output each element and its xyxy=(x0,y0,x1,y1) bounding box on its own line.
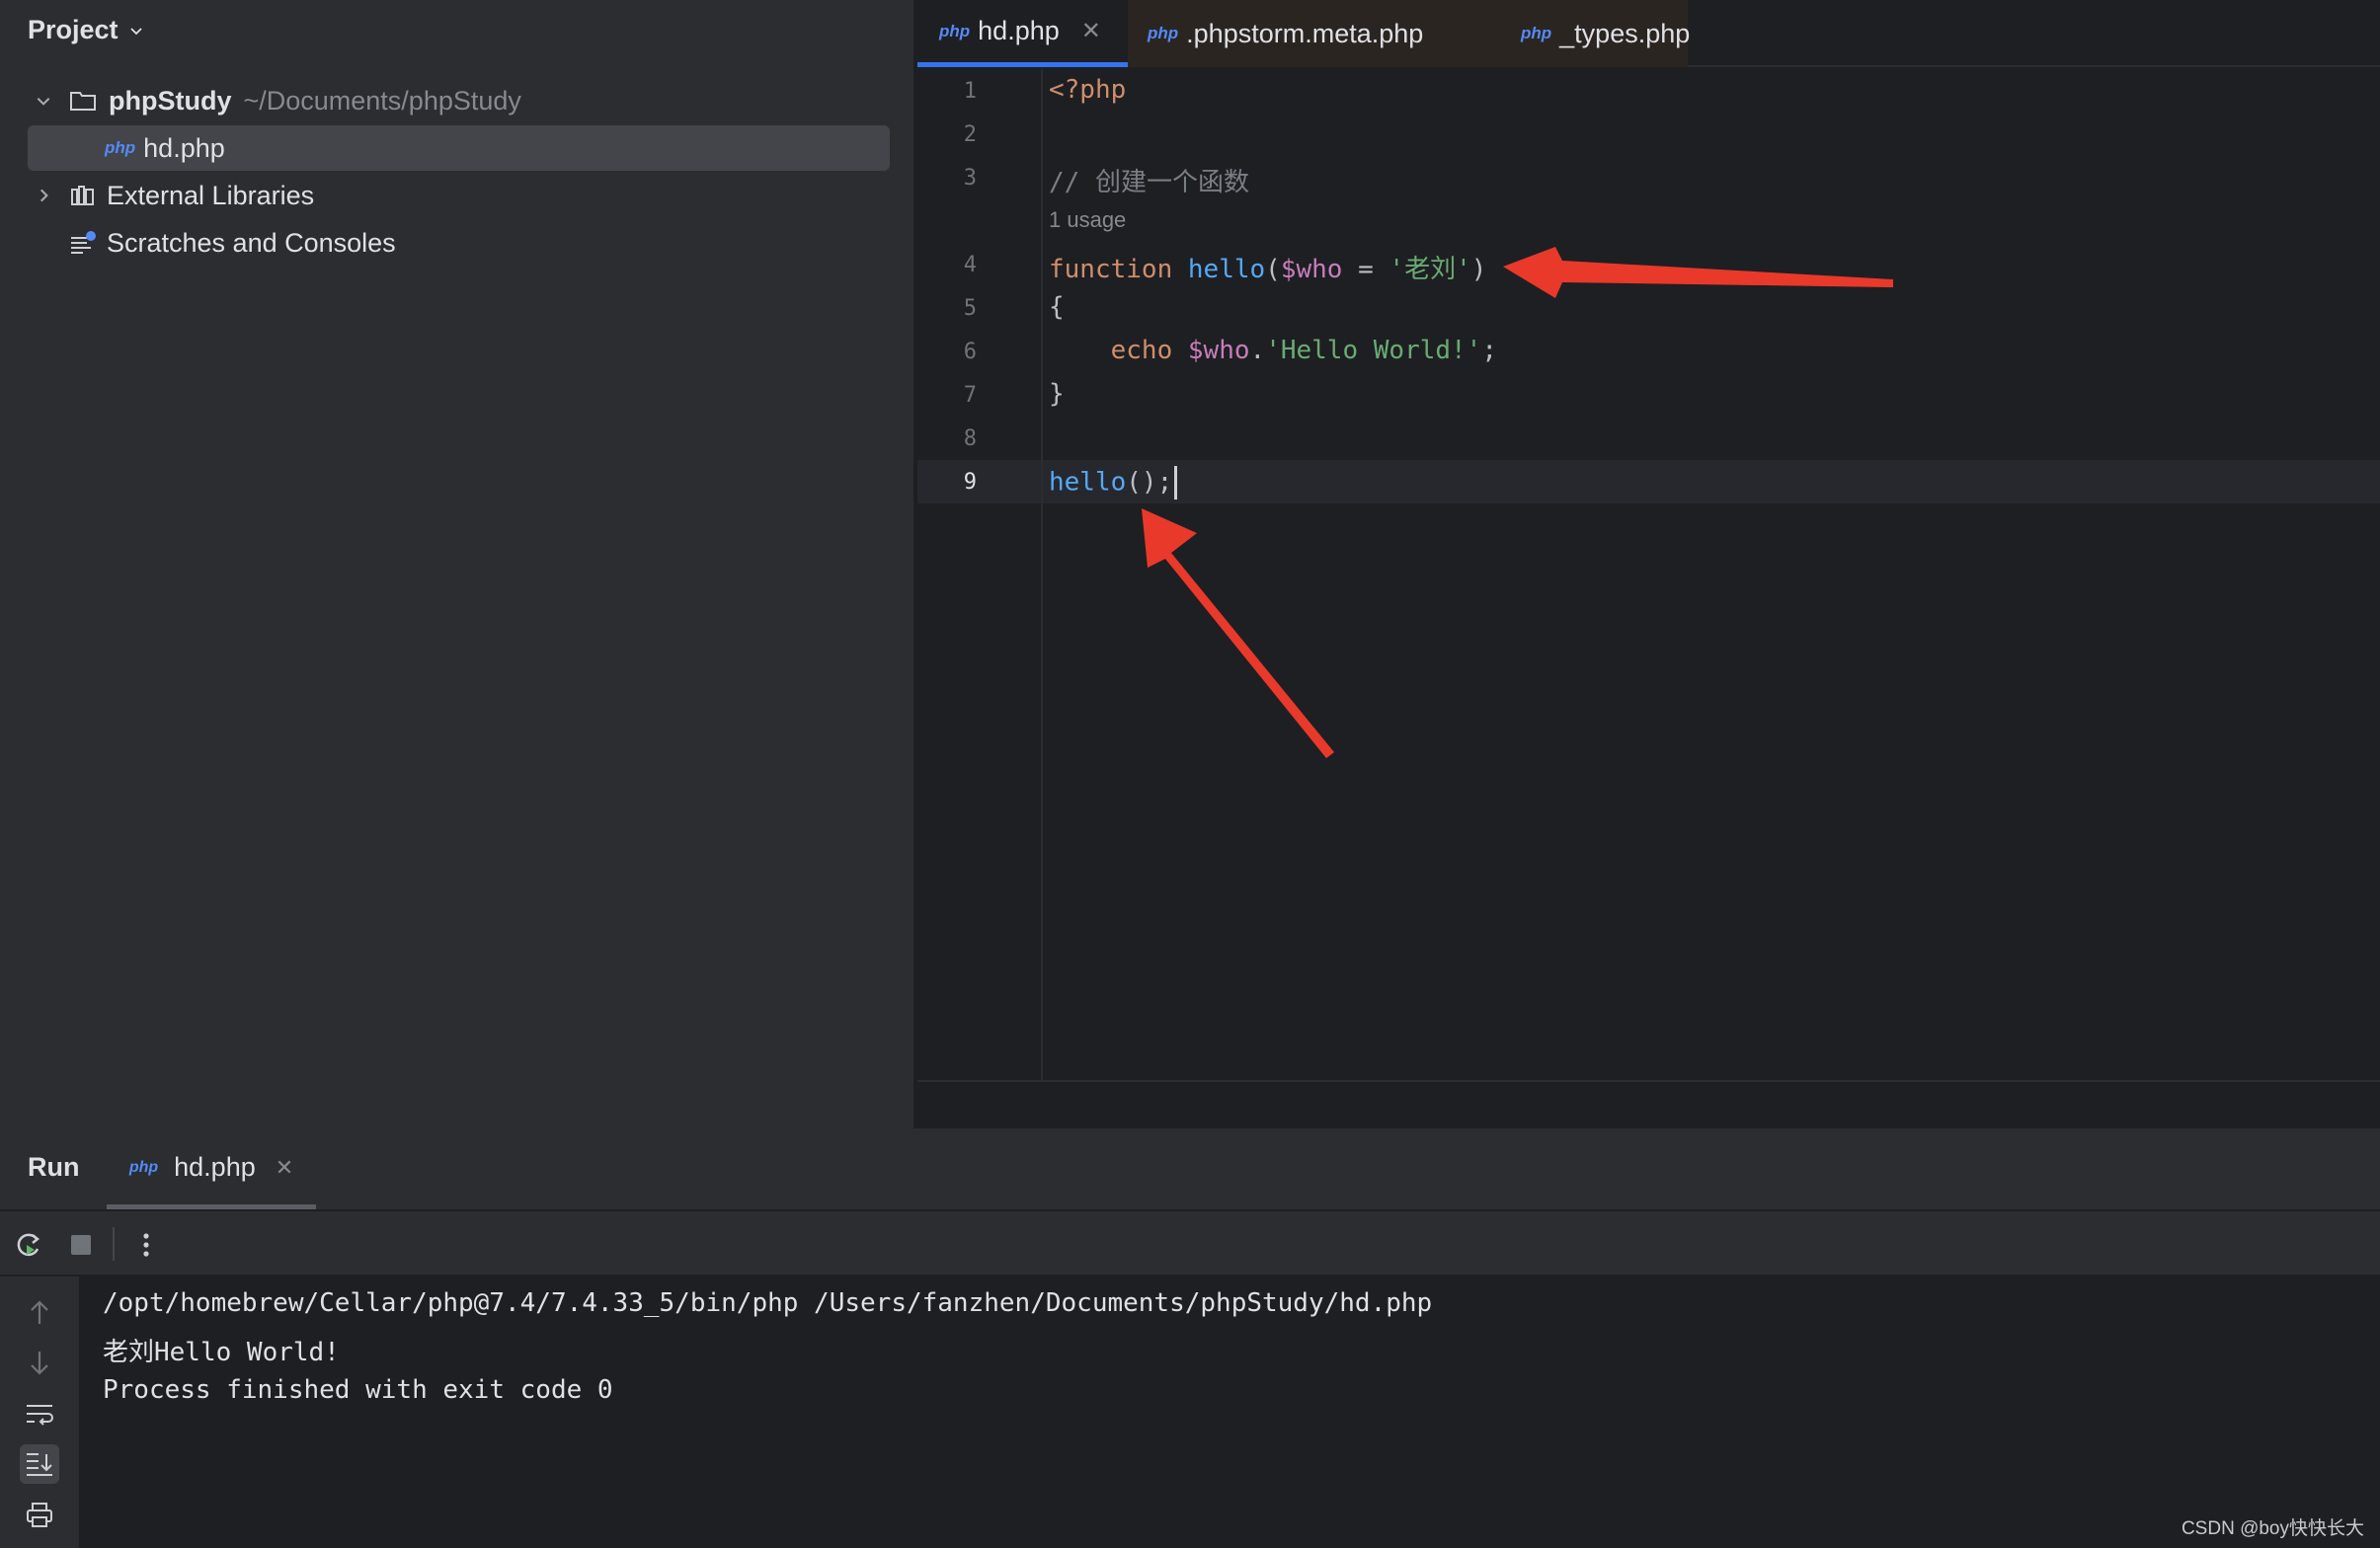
php-file-icon: php xyxy=(1521,24,1552,42)
paren-open: ( xyxy=(1265,255,1281,284)
variable: $who xyxy=(1187,336,1250,365)
function-call: hello xyxy=(1049,467,1127,498)
line-number-gutter: 1 2 3 4 5 6 7 8 9 xyxy=(917,69,1043,1081)
close-icon[interactable]: ✕ xyxy=(1081,17,1101,45)
line-number: 6 xyxy=(963,340,977,364)
tree-item-label: External Libraries xyxy=(107,180,315,210)
line-number: 8 xyxy=(963,426,977,451)
tab-types-php[interactable]: php _types.php xyxy=(1521,0,1690,67)
tab-phpstorm-meta[interactable]: php .phpstorm.meta.php xyxy=(1148,0,1423,67)
line-number-current: 9 xyxy=(963,470,977,495)
concat-operator: . xyxy=(1249,336,1266,365)
project-view-selector[interactable]: Project xyxy=(28,10,144,49)
chevron-down-icon xyxy=(128,15,144,45)
rerun-icon[interactable] xyxy=(9,1225,48,1265)
keyword-function: function xyxy=(1049,255,1173,284)
tab-hd-php[interactable]: php hd.php ✕ xyxy=(917,0,1128,67)
tree-item-scratches[interactable]: Scratches and Consoles xyxy=(28,220,396,266)
more-options-icon[interactable] xyxy=(126,1225,166,1265)
php-file-icon: php xyxy=(939,21,971,40)
usage-hint[interactable]: 1 usage xyxy=(1049,207,1126,233)
tree-item-label: Scratches and Consoles xyxy=(107,227,396,258)
arrow-up-icon[interactable] xyxy=(20,1292,59,1332)
brace-close: } xyxy=(1049,379,1065,409)
close-icon[interactable]: ✕ xyxy=(276,1155,293,1181)
line-number: 7 xyxy=(963,383,977,408)
run-tab-label: hd.php xyxy=(174,1152,256,1182)
tree-item-hd-php[interactable]: php hd.php xyxy=(28,125,890,171)
folder-icon xyxy=(69,89,97,113)
php-file-icon: php xyxy=(1148,24,1179,42)
brace-open: { xyxy=(1049,292,1065,322)
chevron-right-icon[interactable] xyxy=(28,187,59,204)
editor-tab-bar: php hd.php ✕ php .phpstorm.meta.php php … xyxy=(917,0,2380,67)
equals-sign: = xyxy=(1342,255,1389,284)
tab-label: .phpstorm.meta.php xyxy=(1186,18,1424,48)
console-line: 老刘Hello World! xyxy=(103,1338,340,1367)
code-line-6[interactable]: echo $who.'Hello World!'; xyxy=(1049,336,1497,365)
paren-close: ) xyxy=(1470,255,1487,284)
console-line: /opt/homebrew/Cellar/php@7.4/7.4.33_5/bi… xyxy=(103,1288,1433,1318)
default-string: '老刘' xyxy=(1388,255,1471,284)
editor-divider xyxy=(917,1080,2380,1082)
toolbar-separator xyxy=(113,1227,115,1261)
code-line-1[interactable]: <?php xyxy=(1049,75,1126,105)
call-parens: (); xyxy=(1126,467,1173,498)
run-toolbar xyxy=(0,1209,2380,1277)
php-run-icon: php xyxy=(128,1158,159,1176)
line-number: 4 xyxy=(963,253,977,277)
php-open-tag: <?php xyxy=(1049,75,1127,105)
project-title: Project xyxy=(28,14,119,44)
run-title: Run xyxy=(28,1152,80,1182)
line-number: 2 xyxy=(963,122,977,147)
project-root-path: ~/Documents/phpStudy xyxy=(243,85,521,116)
editor-area: php hd.php ✕ php .phpstorm.meta.php php … xyxy=(917,0,2380,1128)
run-header: Run php hd.php ✕ xyxy=(0,1130,2380,1209)
string-literal: 'Hello World!' xyxy=(1265,336,1482,365)
print-icon[interactable] xyxy=(20,1496,59,1535)
line-number: 1 xyxy=(963,79,977,104)
line-number: 5 xyxy=(963,296,977,321)
console-line: Process finished with exit code 0 xyxy=(103,1375,613,1405)
library-icon xyxy=(69,184,97,207)
run-side-toolbar xyxy=(0,1277,79,1548)
keyword-echo: echo xyxy=(1110,336,1173,365)
arrow-down-icon[interactable] xyxy=(20,1344,59,1383)
tab-label: hd.php xyxy=(978,16,1060,45)
code-comment: // 创建一个函数 xyxy=(1049,168,1249,197)
project-panel: Project phpStudy ~/Documents/phpStudy ph… xyxy=(0,0,915,1128)
param-variable: $who xyxy=(1280,255,1343,284)
run-tab-hd-php[interactable]: php hd.php ✕ xyxy=(107,1130,316,1209)
line-number: 3 xyxy=(963,166,977,191)
code-line-9[interactable]: hello(); xyxy=(1049,466,1178,500)
code-line-5[interactable]: { xyxy=(1049,292,1065,322)
scroll-to-end-icon[interactable] xyxy=(20,1444,59,1484)
code-line-4[interactable]: function hello($who = '老刘') xyxy=(1049,249,1486,285)
tab-label: _types.php xyxy=(1559,18,1691,48)
text-caret xyxy=(1174,466,1178,500)
tree-item-label: hd.php xyxy=(143,132,225,163)
chevron-down-icon[interactable] xyxy=(28,92,59,110)
stop-icon[interactable] xyxy=(61,1225,101,1265)
php-file-icon: php xyxy=(105,138,136,157)
code-line-3[interactable]: // 创建一个函数 xyxy=(1049,162,1249,198)
function-name: hello xyxy=(1187,255,1266,284)
soft-wrap-icon[interactable] xyxy=(20,1395,59,1434)
run-panel: Run php hd.php ✕ /opt/homebrew/Cellar/ph… xyxy=(0,1128,2380,1548)
scratches-icon xyxy=(69,230,97,256)
code-line-7[interactable]: } xyxy=(1049,379,1065,409)
tree-item-external-libraries[interactable]: External Libraries xyxy=(28,173,314,218)
tree-item-phpstudy[interactable]: phpStudy ~/Documents/phpStudy xyxy=(28,78,521,123)
watermark: CSDN @boy快快长大 xyxy=(2181,1518,2364,1539)
project-root-name: phpStudy xyxy=(109,85,232,116)
semicolon: ; xyxy=(1481,336,1497,365)
